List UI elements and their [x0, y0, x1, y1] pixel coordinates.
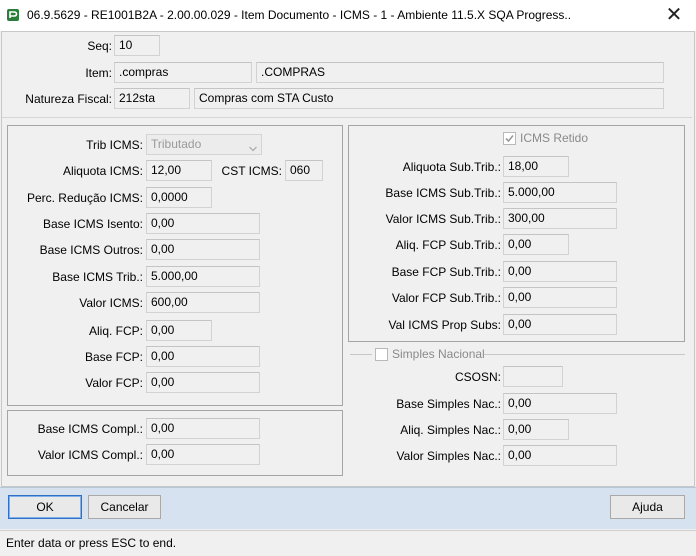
valor-fcp-field[interactable]: 0,00 — [146, 372, 260, 393]
window-title: 06.9.5629 - RE1001B2A - 2.00.00.029 - It… — [27, 8, 572, 22]
valor-fcp-sub-trib-label: Valor FCP Sub.Trib.: — [391, 291, 501, 305]
seq-field[interactable]: 10 — [114, 35, 160, 56]
help-button[interactable]: Ajuda — [610, 495, 685, 519]
base-icms-outros-label: Base ICMS Outros: — [39, 243, 143, 257]
base-simples-nac-field[interactable]: 0,00 — [503, 393, 617, 414]
chevron-down-icon — [249, 140, 257, 152]
valor-icms-label: Valor ICMS: — [79, 296, 143, 310]
valor-fcp-label: Valor FCP: — [85, 376, 143, 390]
trib-icms-label: Trib ICMS: — [86, 138, 143, 152]
simples-nacional-label: Simples Nacional — [392, 347, 485, 361]
base-icms-sub-trib-field[interactable]: 5.000,00 — [503, 182, 617, 203]
val-icms-prop-subs-label: Val ICMS Prop Subs: — [388, 318, 502, 332]
close-icon[interactable]: ✕ — [652, 0, 696, 31]
base-icms-isento-label: Base ICMS Isento: — [42, 217, 143, 231]
header-separator — [2, 117, 692, 118]
title-bar[interactable]: 06.9.5629 - RE1001B2A - 2.00.00.029 - It… — [0, 0, 696, 31]
trib-icms-select[interactable]: Tributado — [146, 134, 262, 155]
item-description-field[interactable]: .COMPRAS — [256, 62, 664, 83]
aliquota-icms-field[interactable]: 12,00 — [146, 160, 212, 181]
base-icms-compl-field[interactable]: 0,00 — [146, 418, 260, 439]
base-fcp-field[interactable]: 0,00 — [146, 346, 260, 367]
valor-icms-field[interactable]: 600,00 — [146, 292, 260, 313]
valor-icms-sub-trib-field[interactable]: 300,00 — [503, 208, 617, 229]
natureza-code-field[interactable]: 212sta — [114, 88, 190, 109]
aliq-simples-nac-label: Aliq. Simples Nac.: — [400, 423, 501, 437]
natureza-fiscal-label: Natureza Fiscal: — [25, 92, 112, 106]
simples-nacional-box — [375, 348, 388, 361]
valor-icms-sub-trib-label: Valor ICMS Sub.Trib.: — [385, 212, 501, 226]
valor-icms-compl-field[interactable]: 0,00 — [146, 444, 260, 465]
base-fcp-sub-trib-label: Base FCP Sub.Trib.: — [391, 265, 501, 279]
aliq-simples-nac-field[interactable]: 0,00 — [503, 419, 569, 440]
ok-button[interactable]: OK — [8, 495, 82, 519]
perc-reducao-icms-field[interactable]: 0,0000 — [146, 187, 212, 208]
cancel-button[interactable]: Cancelar — [88, 495, 161, 519]
simples-group-line-right — [484, 354, 685, 355]
icms-retido-label: ICMS Retido — [520, 131, 589, 145]
base-fcp-sub-trib-field[interactable]: 0,00 — [503, 261, 617, 282]
item-label: Item: — [85, 66, 112, 80]
base-icms-trib-label: Base ICMS Trib.: — [52, 270, 143, 284]
cst-icms-label: CST ICMS: — [221, 164, 282, 178]
icms-retido-box — [503, 132, 516, 145]
val-icms-prop-subs-field[interactable]: 0,00 — [503, 314, 617, 335]
aliquota-sub-trib-field[interactable]: 18,00 — [503, 156, 569, 177]
status-text: Enter data or press ESC to end. — [6, 536, 177, 550]
valor-simples-nac-label: Valor Simples Nac.: — [396, 449, 501, 463]
natureza-description-field[interactable]: Compras com STA Custo — [194, 88, 664, 109]
valor-simples-nac-field[interactable]: 0,00 — [503, 445, 617, 466]
csosn-label: CSOSN: — [454, 370, 501, 384]
seq-label: Seq: — [87, 39, 112, 53]
base-icms-compl-label: Base ICMS Compl.: — [37, 422, 143, 436]
aliq-fcp-sub-trib-label: Aliq. FCP Sub.Trib.: — [395, 238, 501, 252]
item-code-field[interactable]: .compras — [114, 62, 252, 83]
trib-icms-value: Tributado — [151, 137, 202, 151]
base-icms-outros-field[interactable]: 0,00 — [146, 239, 260, 260]
perc-reducao-icms-label: Perc. Redução ICMS: — [26, 191, 143, 205]
aliq-fcp-label: Aliq. FCP: — [88, 324, 143, 338]
base-icms-isento-field[interactable]: 0,00 — [146, 213, 260, 234]
simples-group-line-left — [350, 354, 372, 355]
valor-icms-compl-label: Valor ICMS Compl.: — [37, 448, 143, 462]
aliquota-sub-trib-label: Aliquota Sub.Trib.: — [402, 160, 501, 174]
base-icms-trib-field[interactable]: 5.000,00 — [146, 266, 260, 287]
csosn-field[interactable] — [503, 366, 563, 387]
base-icms-sub-trib-label: Base ICMS Sub.Trib.: — [385, 186, 501, 200]
aliquota-icms-label: Aliquota ICMS: — [62, 164, 143, 178]
aliq-fcp-field[interactable]: 0,00 — [146, 320, 212, 341]
aliq-fcp-sub-trib-field[interactable]: 0,00 — [503, 234, 569, 255]
progress-app-icon — [6, 8, 20, 22]
base-fcp-label: Base FCP: — [84, 350, 143, 364]
base-simples-nac-label: Base Simples Nac.: — [396, 397, 501, 411]
cst-icms-field[interactable]: 060 — [285, 160, 323, 181]
valor-fcp-sub-trib-field[interactable]: 0,00 — [503, 287, 617, 308]
